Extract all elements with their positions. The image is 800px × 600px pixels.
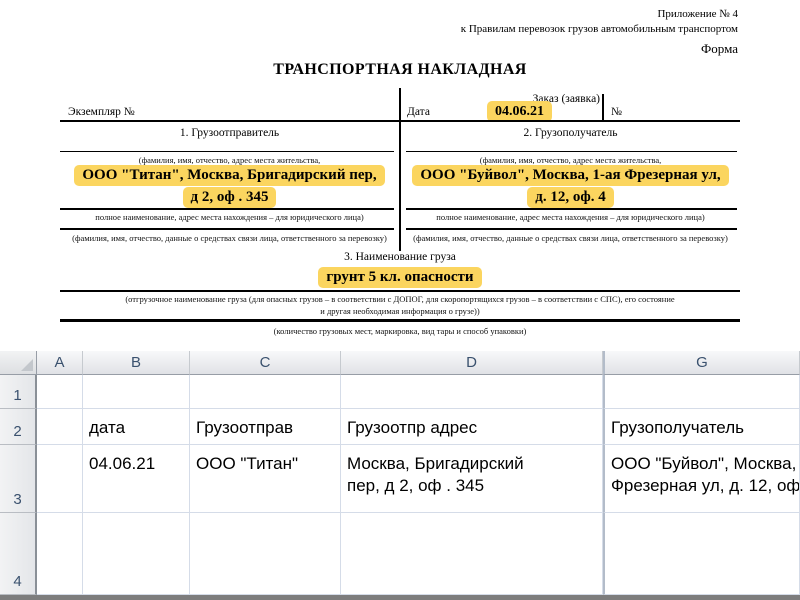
cell-G3-line2: Фрезерная ул, д. 12, оф. 4 (611, 475, 799, 497)
cargo-hint-line1: (отгрузочное наименование груза (для опа… (60, 294, 740, 304)
appendix-line-1: Приложение № 4 (300, 8, 738, 20)
section3-title: 3. Наименование груза (0, 251, 800, 263)
sheet-grid: A B C D G 1 2 дата Грузоотправ Грузоотпр… (0, 351, 800, 595)
row-header-4[interactable]: 4 (0, 513, 37, 595)
waybill-document: Приложение № 4 к Правилам перевозок груз… (0, 0, 800, 345)
cell-D3-line1: Москва, Бригадирский (347, 453, 602, 475)
column-header-a[interactable]: A (37, 351, 83, 375)
column-header-b[interactable]: B (83, 351, 190, 375)
cell-B4[interactable] (83, 513, 190, 595)
divider-line (406, 208, 737, 210)
divider-line (60, 151, 394, 152)
appendix-line-2: к Правилам перевозок грузов автомобильны… (200, 23, 738, 35)
sender-hint-top: (фамилия, имя, отчество, адрес места жит… (60, 155, 399, 165)
cell-A3[interactable] (37, 445, 83, 513)
column-header-c[interactable]: C (190, 351, 341, 375)
section1-title: 1. Грузоотправитель (60, 127, 399, 139)
receiver-hint-top: (фамилия, имя, отчество, адрес места жит… (401, 155, 740, 165)
column-header-d[interactable]: D (341, 351, 603, 375)
cargo-hint-line2: и другая необходимая информация о грузе)… (60, 306, 740, 316)
divider-line (60, 208, 394, 210)
cell-D1[interactable] (341, 375, 603, 409)
cell-D2[interactable]: Грузоотпр адрес (341, 409, 603, 445)
divider-line (60, 290, 740, 292)
row-header-3[interactable]: 3 (0, 445, 37, 513)
cell-A2[interactable] (37, 409, 83, 445)
section2-title: 2. Грузополучатель (401, 127, 740, 139)
cell-A1[interactable] (37, 375, 83, 409)
receiver-value-line1: ООО "Буйвол", Москва, 1-ая Фрезерная ул, (412, 165, 728, 186)
sender-value-line2: д 2, оф . 345 (183, 187, 277, 208)
cell-D3[interactable]: Москва, Бригадирский пер, д 2, оф . 345 (341, 445, 603, 513)
cell-G4[interactable] (603, 513, 800, 595)
packaging-hint: (количество грузовых мест, маркировка, в… (60, 326, 740, 336)
cell-G1[interactable] (603, 375, 800, 409)
cell-C4[interactable] (190, 513, 341, 595)
cell-A4[interactable] (37, 513, 83, 595)
cell-G3-line1: ООО "Буйвол", Москва, 1-ая (611, 453, 799, 475)
number-label: № (611, 106, 622, 118)
divider-line (406, 228, 737, 230)
window-bottom-edge (0, 595, 800, 600)
date-value-highlighted: 04.06.21 (487, 101, 552, 122)
cell-C1[interactable] (190, 375, 341, 409)
sender-hint-legal: полное наименование, адрес места нахожде… (60, 212, 399, 222)
receiver-value-line2: д. 12, оф. 4 (527, 187, 613, 208)
cell-B3[interactable]: 04.06.21 (83, 445, 190, 513)
receiver-hint-contact: (фамилия, имя, отчество, данные о средст… (401, 233, 740, 243)
divider-line (60, 319, 740, 322)
receiver-hint-legal: полное наименование, адрес места нахожде… (401, 212, 740, 222)
sender-hint-contact: (фамилия, имя, отчество, данные о средст… (60, 233, 399, 243)
divider-line (60, 228, 394, 230)
date-label: Дата (407, 106, 430, 118)
cell-D4[interactable] (341, 513, 603, 595)
document-title: ТРАНСПОРТНАЯ НАКЛАДНАЯ (0, 61, 800, 79)
cell-B2[interactable]: дата (83, 409, 190, 445)
divider-line (406, 151, 737, 152)
cell-C2[interactable]: Грузоотправ (190, 409, 341, 445)
sender-value-line1: ООО "Титан", Москва, Бригадирский пер, (74, 165, 384, 186)
divider-line (60, 120, 740, 122)
cell-B1[interactable] (83, 375, 190, 409)
select-all-corner[interactable] (0, 351, 37, 375)
spreadsheet: A B C D G 1 2 дата Грузоотправ Грузоотпр… (0, 345, 800, 600)
row-header-1[interactable]: 1 (0, 375, 37, 409)
cargo-value-highlighted: грунт 5 кл. опасности (318, 267, 481, 288)
number-divider-line (602, 94, 604, 121)
copy-number-label: Экземпляр № (68, 106, 135, 118)
form-label: Форма (500, 41, 738, 57)
cell-D3-line2: пер, д 2, оф . 345 (347, 475, 602, 497)
cell-G3[interactable]: ООО "Буйвол", Москва, 1-ая Фрезерная ул,… (603, 445, 800, 513)
row-header-2[interactable]: 2 (0, 409, 37, 445)
cell-G2[interactable]: Грузополучатель (603, 409, 800, 445)
column-header-g[interactable]: G (603, 351, 800, 375)
cell-C3[interactable]: ООО "Титан" (190, 445, 341, 513)
